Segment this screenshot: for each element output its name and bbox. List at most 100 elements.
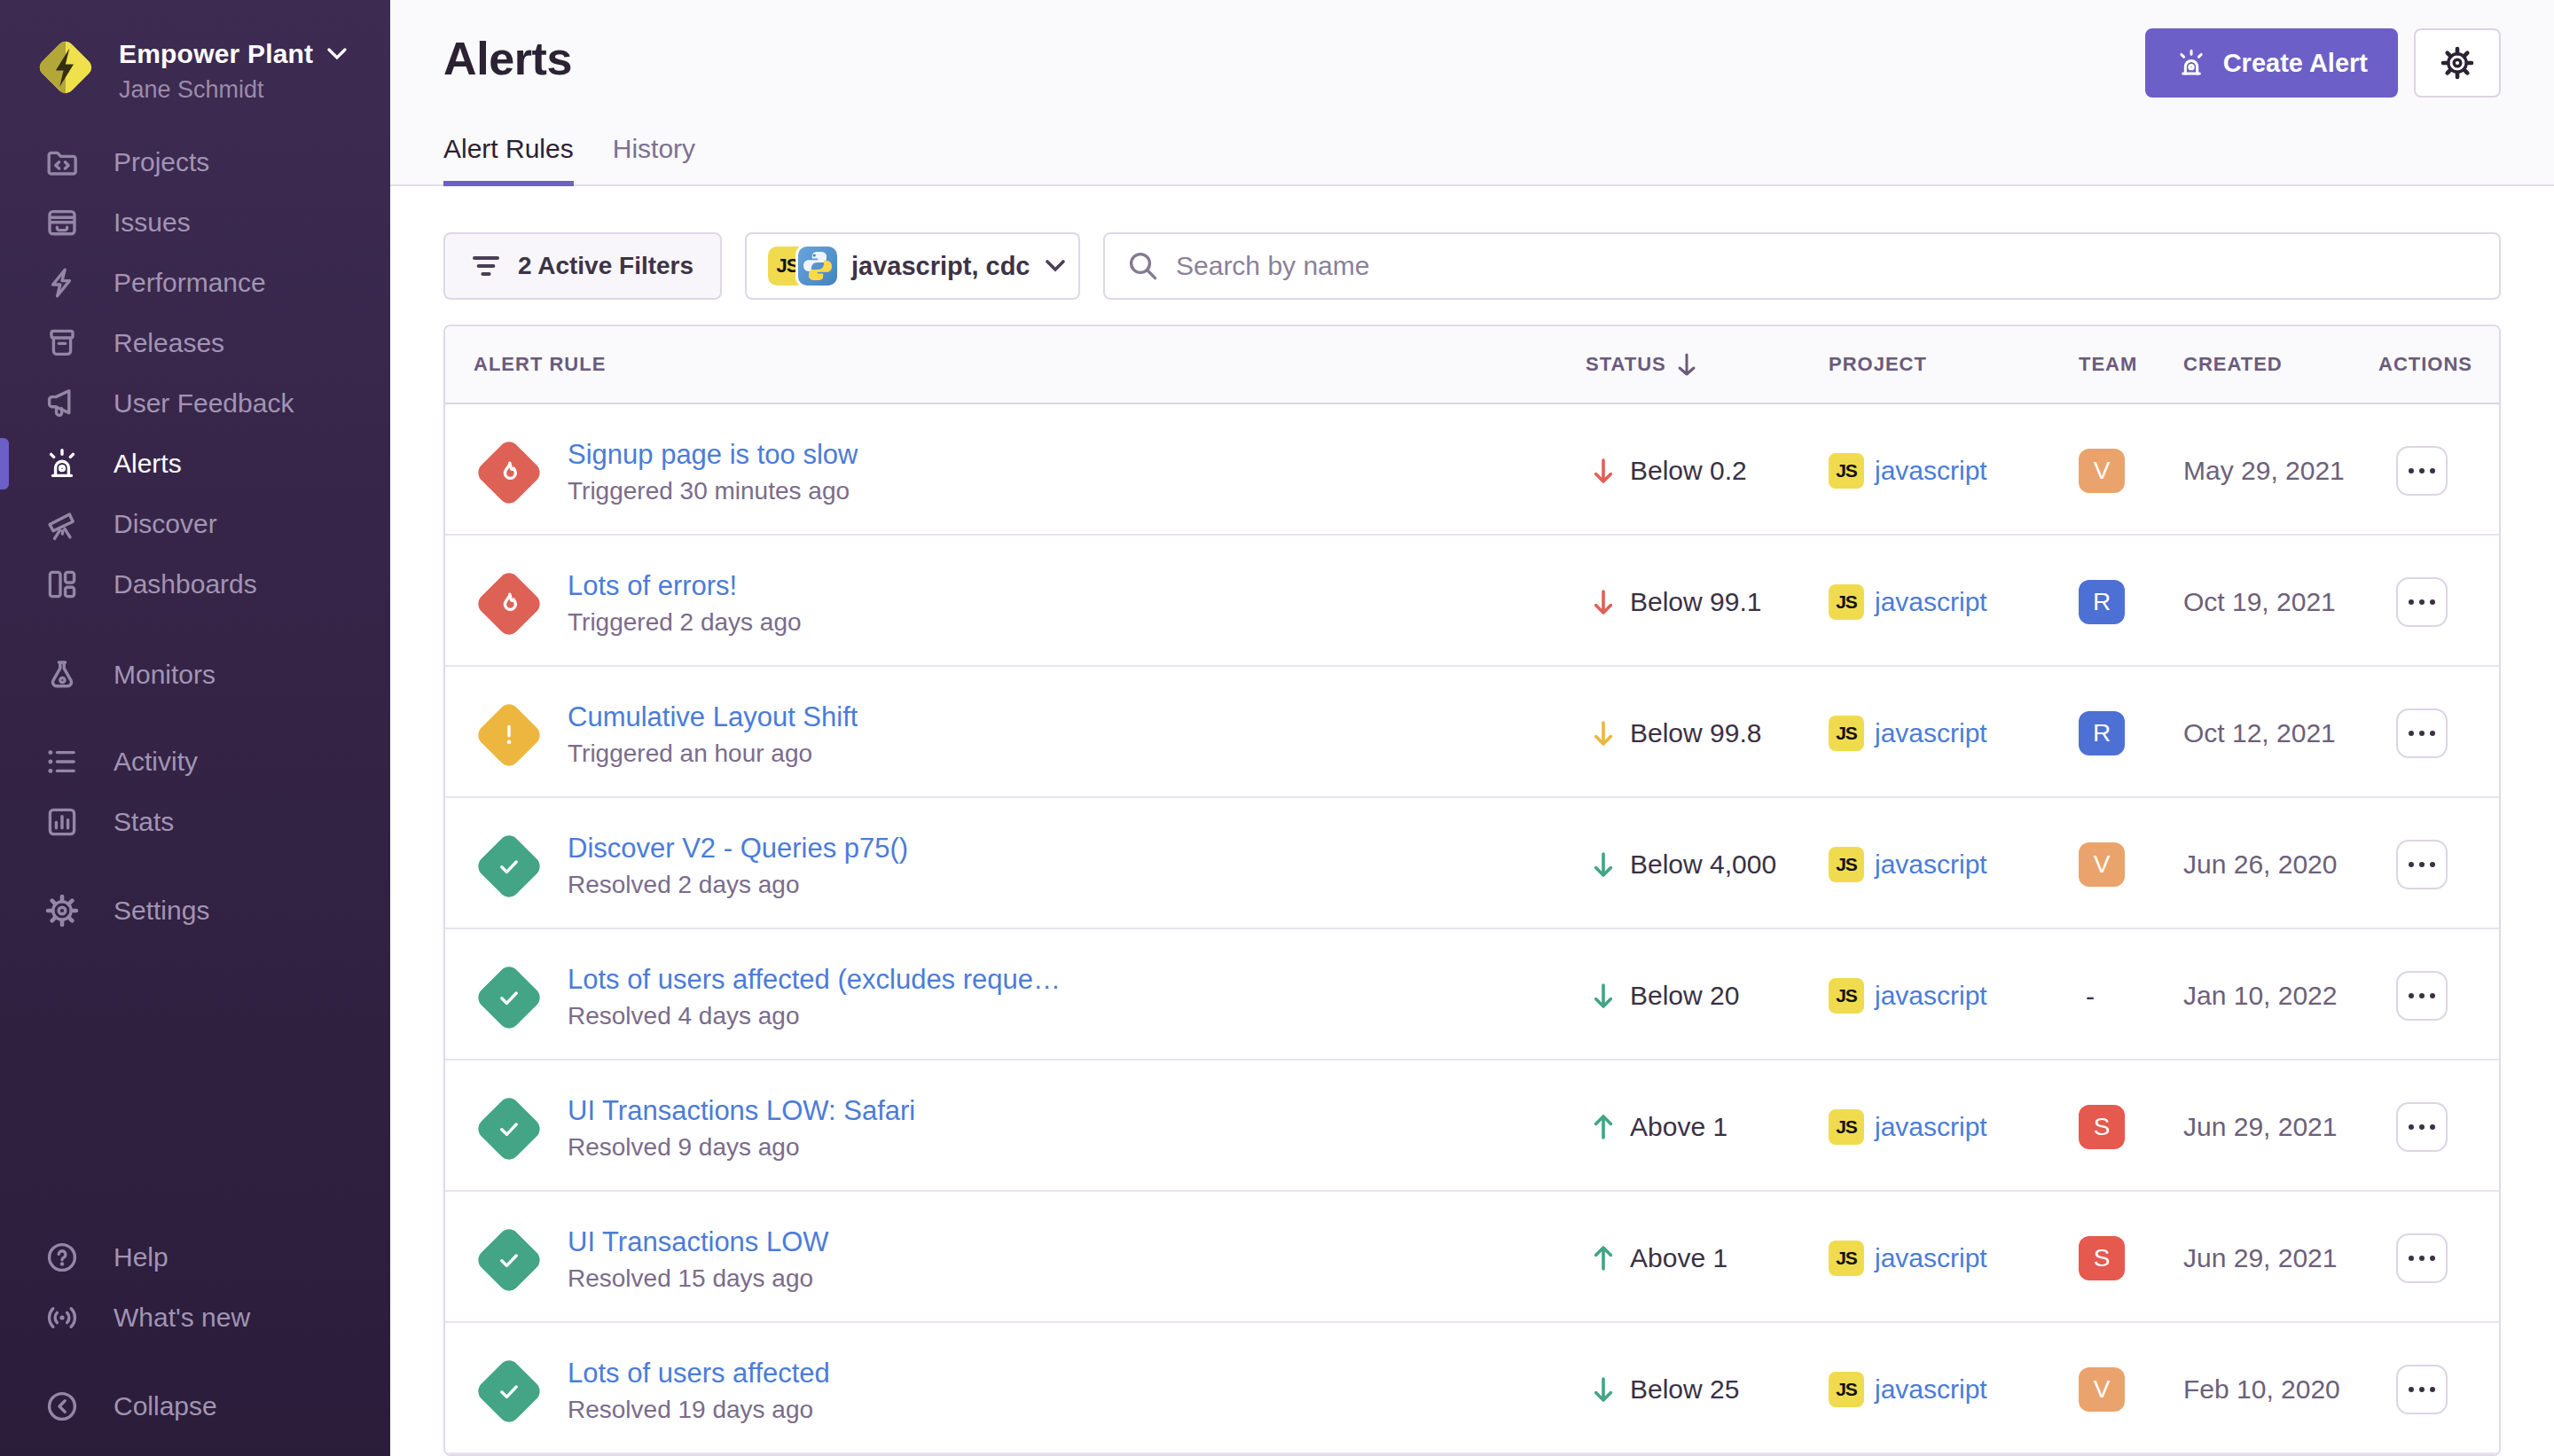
fire-diamond-icon [474,568,544,639]
org-logo [35,35,96,99]
row-actions-button[interactable] [2396,577,2448,627]
status-cell: Below 99.8 [1586,715,1829,748]
table-row: UI Transactions LOW Resolved 15 days ago… [445,1192,2499,1323]
alert-rule-link[interactable]: Lots of users affected (excludes reque… [568,962,1061,998]
tab-history[interactable]: History [613,133,695,186]
collapse-icon [44,1389,80,1424]
settings-gear-button[interactable] [2414,28,2501,98]
sidebar-item-dashboards[interactable]: Dashboards [0,554,390,614]
sidebar-item-help[interactable]: Help [0,1227,390,1288]
sidebar-item-stats[interactable]: Stats [0,792,390,852]
sidebar-item-releases[interactable]: Releases [0,313,390,373]
sidebar-item-monitors[interactable]: Monitors [0,645,390,705]
sidebar-item-label: Projects [114,147,209,177]
ellipsis-icon [2407,1386,2437,1393]
sidebar-item-issues[interactable]: Issues [0,192,390,253]
col-alert-rule: Alert Rule [445,353,1586,376]
sidebar-item-activity[interactable]: Activity [0,732,390,792]
ellipsis-icon [2407,861,2437,868]
monitors-icon [44,657,80,693]
status-cell: Above 1 [1586,1108,1829,1142]
arrow-up-icon [1593,1243,1614,1273]
chevron-down-icon [1045,259,1066,273]
sidebar-item-label: What's new [114,1303,250,1333]
whatsnew-icon [44,1300,80,1335]
row-actions-button[interactable] [2396,1365,2448,1414]
project-link[interactable]: javascript [1875,587,1987,617]
sidebar-item-feedback[interactable]: User Feedback [0,373,390,434]
project-link[interactable]: javascript [1875,1243,1987,1273]
search-icon [1128,251,1158,281]
alert-rule-link[interactable]: Lots of errors! [568,568,802,604]
row-actions-button[interactable] [2396,971,2448,1021]
project-cell: JS javascript [1829,712,2079,751]
sidebar-item-projects[interactable]: Projects [0,132,390,192]
project-link[interactable]: javascript [1875,981,1987,1011]
created-cell: Oct 19, 2021 [2183,583,2378,617]
row-actions-button[interactable] [2396,708,2448,758]
create-alert-button[interactable]: Create Alert [2145,28,2398,98]
team-avatar: S [2079,1236,2125,1280]
tab-alert-rules[interactable]: Alert Rules [443,133,574,186]
project-link[interactable]: javascript [1875,1374,1987,1405]
sidebar-item-label: Monitors [114,660,215,690]
row-actions-button[interactable] [2396,840,2448,889]
row-actions-button[interactable] [2396,446,2448,496]
check-diamond-icon [474,1356,544,1427]
status-cell: Below 4,000 [1586,846,1829,880]
alert-rule-link[interactable]: Lots of users affected [568,1356,830,1391]
activity-icon [44,744,80,779]
alert-rule-link[interactable]: UI Transactions LOW: Safari [568,1093,915,1129]
performance-icon [44,265,80,301]
created-cell: May 29, 2021 [2183,452,2378,486]
sidebar-footer: Help What's new Collapse [0,1227,390,1456]
team-avatar: V [2079,449,2125,493]
sidebar-item-performance[interactable]: Performance [0,253,390,313]
table-row: Cumulative Layout Shift Triggered an hou… [445,667,2499,798]
alert-rule-link[interactable]: Cumulative Layout Shift [568,700,858,735]
sidebar-item-whatsnew[interactable]: What's new [0,1288,390,1348]
project-cell: JS javascript [1829,1237,2079,1276]
team-avatar: S [2079,1105,2125,1149]
project-link[interactable]: javascript [1875,456,1987,486]
ellipsis-icon [2407,730,2437,737]
project-selector[interactable]: JS javascript, cdc [745,232,1080,300]
col-status[interactable]: Status [1586,351,1829,378]
table-row: Lots of users affected (excludes reque… … [445,929,2499,1061]
search-input[interactable] [1176,251,2476,281]
alert-rule-link[interactable]: Signup page is too slow [568,437,858,473]
created-cell: Jun 29, 2021 [2183,1108,2378,1142]
javascript-platform-icon: JS [1829,847,1864,882]
feedback-icon [44,386,80,421]
org-switcher[interactable]: Empower Plant Jane Schmidt [0,0,390,104]
sidebar-item-label: Discover [114,509,217,539]
row-actions-button[interactable] [2396,1102,2448,1152]
warning-diamond-icon [474,700,544,771]
help-icon [44,1240,80,1275]
sidebar-item-collapse[interactable]: Collapse [0,1376,390,1436]
table-row: UI Transactions LOW: Safari Resolved 9 d… [445,1061,2499,1192]
project-link[interactable]: javascript [1875,718,1987,748]
team-avatar: V [2079,842,2125,887]
project-link[interactable]: javascript [1875,1112,1987,1142]
check-diamond-icon [474,1093,544,1164]
active-filters-button[interactable]: 2 Active Filters [443,232,722,300]
sidebar-item-label: User Feedback [114,388,294,419]
status-cell: Above 1 [1586,1240,1829,1273]
arrow-down-icon [1593,718,1614,748]
sidebar-item-discover[interactable]: Discover [0,494,390,554]
sidebar-item-settings[interactable]: Settings [0,881,390,941]
team-cell: V [2079,445,2183,493]
alert-rule-link[interactable]: UI Transactions LOW [568,1225,829,1260]
search-box [1103,232,2501,300]
alert-rule-link[interactable]: Discover V2 - Queries p75() [568,831,908,866]
page-title: Alerts [443,35,572,82]
status-cell: Below 99.1 [1586,583,1829,617]
sidebar-item-alerts[interactable]: Alerts [0,434,390,494]
check-diamond-icon [474,831,544,902]
alert-rule-status-text: Resolved 19 days ago [568,1393,830,1427]
python-platform-icon [798,247,837,286]
sidebar-item-label: Issues [114,207,191,238]
row-actions-button[interactable] [2396,1233,2448,1283]
project-link[interactable]: javascript [1875,849,1987,880]
